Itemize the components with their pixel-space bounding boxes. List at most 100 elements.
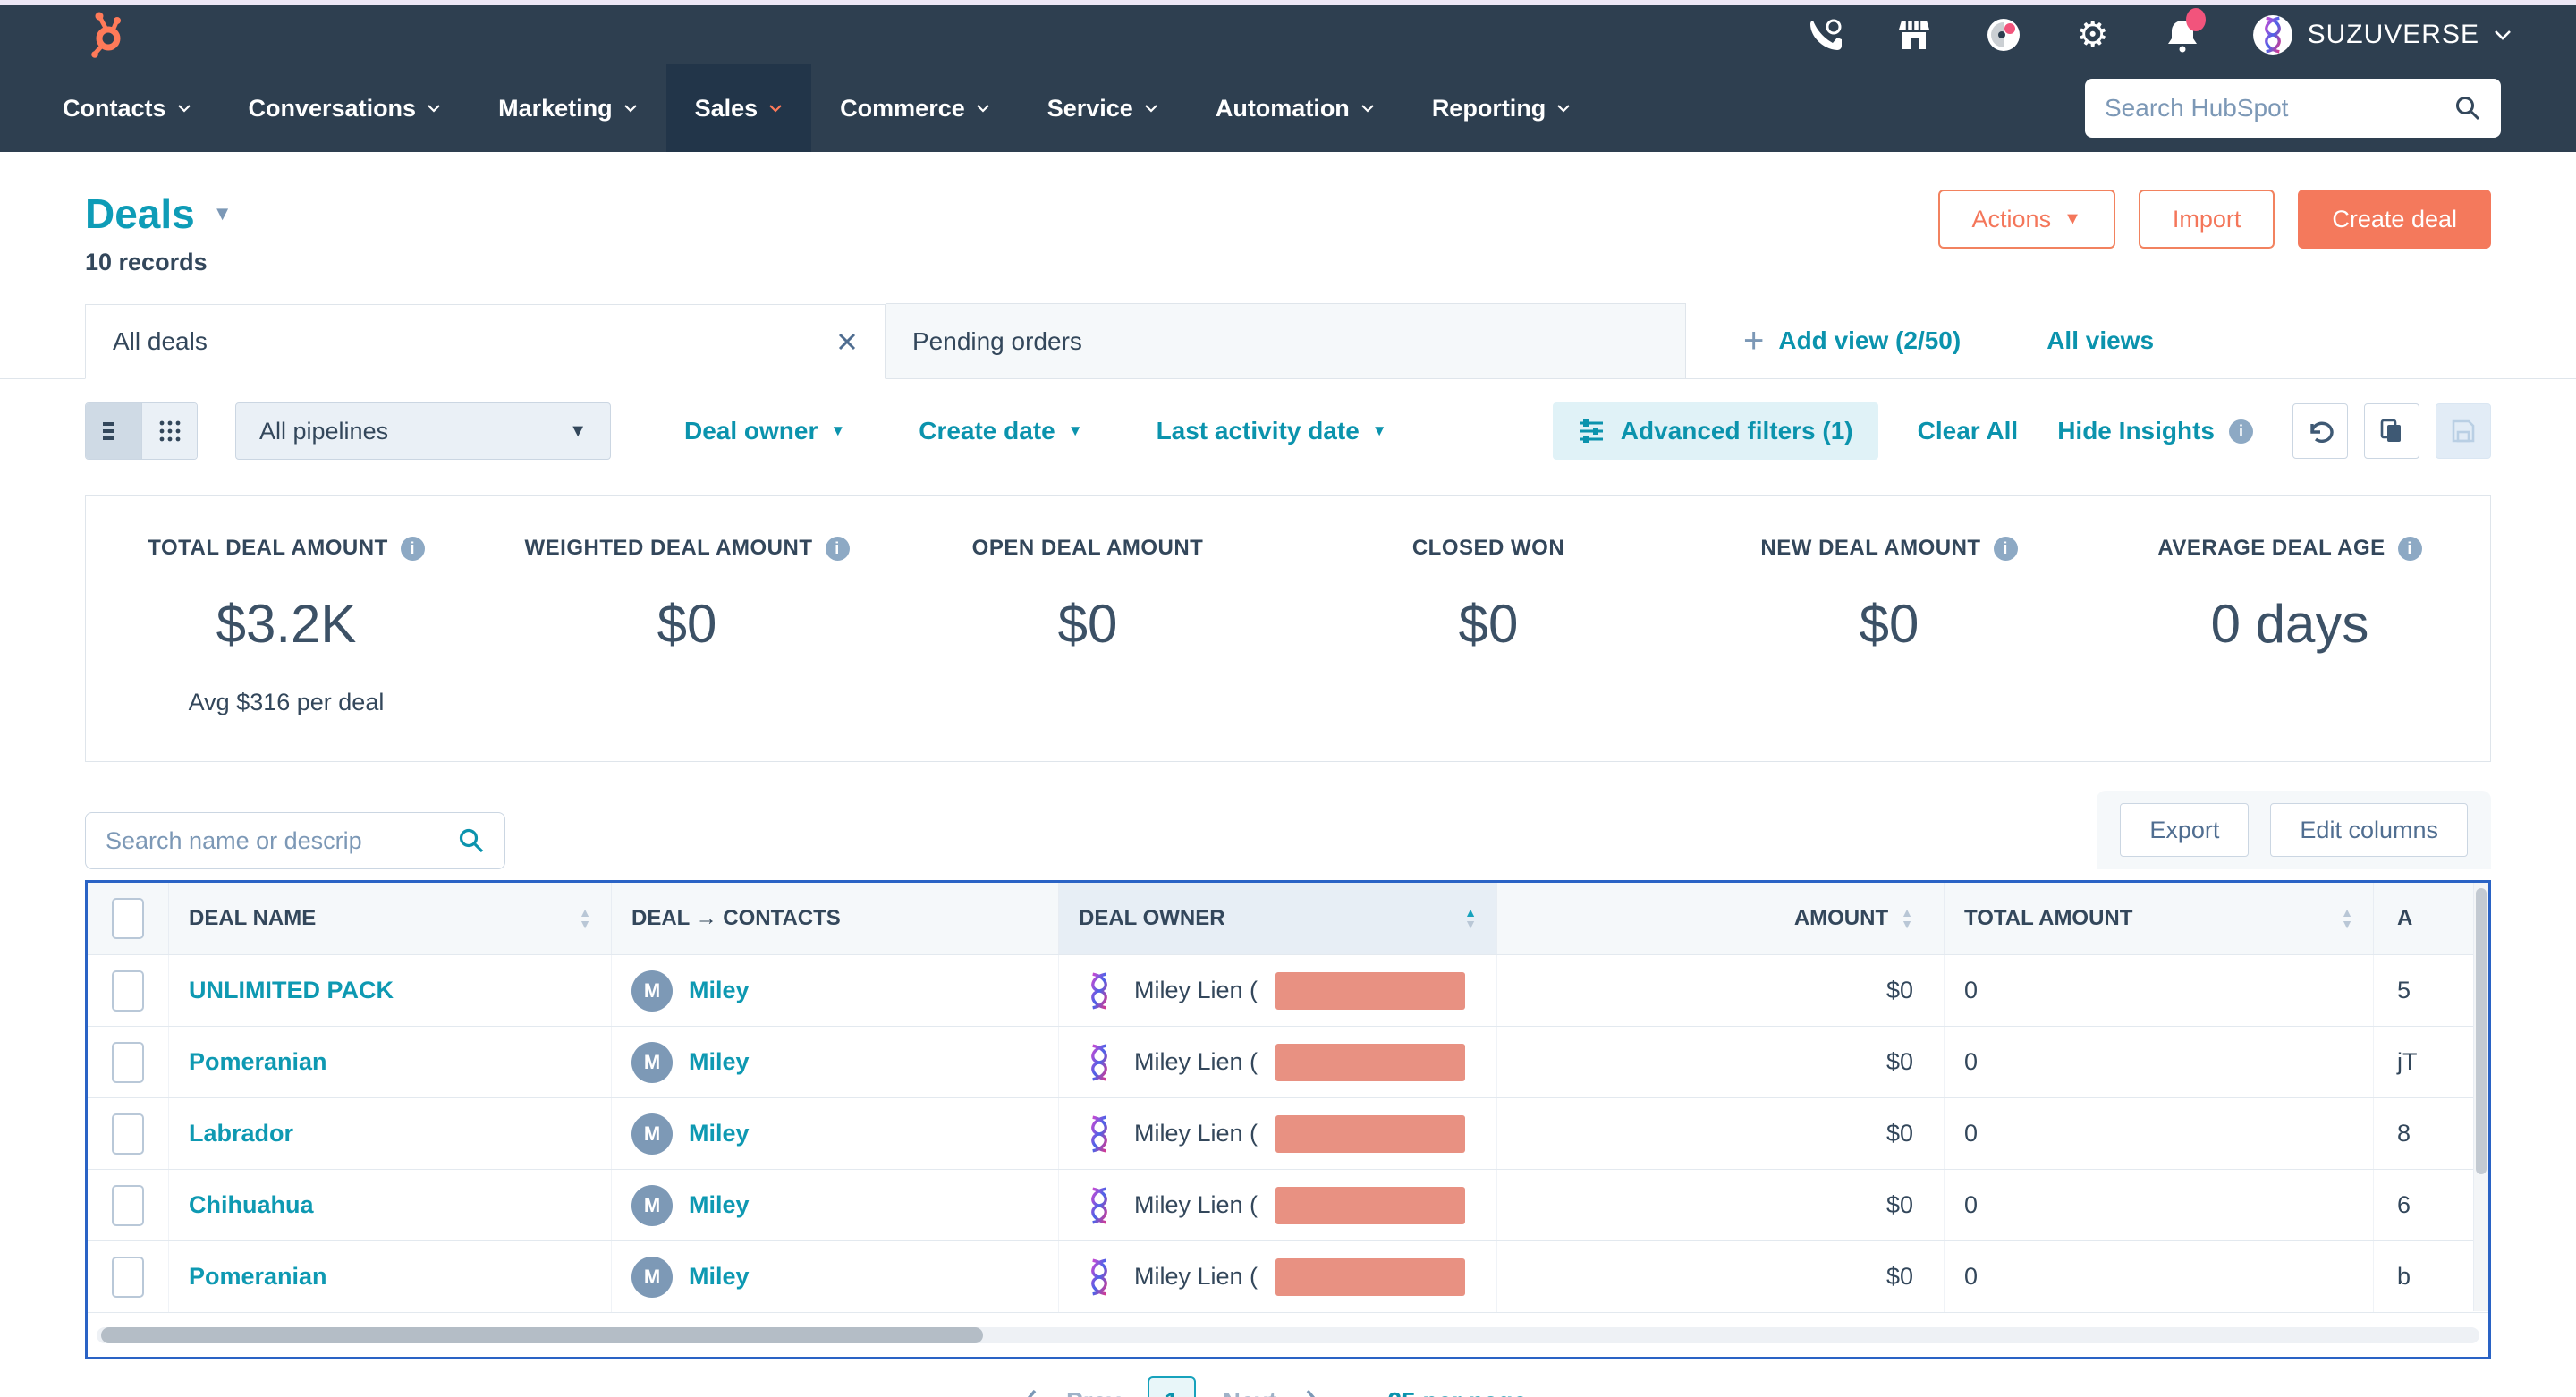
- row-checkbox[interactable]: [112, 1042, 144, 1083]
- column-header-deal-contacts[interactable]: DEAL → CONTACTS: [611, 883, 1058, 954]
- contact-link[interactable]: Miley: [689, 977, 750, 1004]
- tab-pending-orders[interactable]: Pending orders: [886, 303, 1686, 378]
- all-views-link[interactable]: All views: [2046, 303, 2154, 378]
- insight-weighted-deal-amount: WEIGHTED DEAL AMOUNT i $0: [487, 536, 887, 716]
- pipeline-select[interactable]: All pipelines ▼: [235, 402, 611, 460]
- vertical-scrollbar-thumb[interactable]: [2476, 888, 2487, 1174]
- insight-value: $0: [1288, 593, 1689, 655]
- nav-item-reporting[interactable]: Reporting: [1403, 64, 1600, 152]
- insight-new-deal-amount: NEW DEAL AMOUNT i $0: [1689, 536, 2089, 716]
- table-search-input[interactable]: [106, 827, 458, 855]
- insight-value: 0 days: [2089, 593, 2490, 655]
- vertical-scrollbar[interactable]: [2473, 883, 2488, 1311]
- nav-item-commerce[interactable]: Commerce: [811, 64, 1019, 152]
- info-icon[interactable]: i: [2398, 537, 2422, 561]
- create-date-filter[interactable]: Create date ▼: [919, 417, 1082, 445]
- global-search-input[interactable]: [2105, 94, 2454, 123]
- undo-button[interactable]: [2292, 403, 2348, 459]
- add-view-button[interactable]: + Add view (2/50): [1743, 303, 1961, 378]
- nav-item-contacts[interactable]: Contacts: [34, 64, 220, 152]
- filter-bar: All pipelines ▼ Deal owner ▼ Create date…: [85, 402, 2491, 460]
- column-header-amount[interactable]: AMOUNT ▲▼: [1496, 883, 1944, 954]
- deal-name-link[interactable]: UNLIMITED PACK: [189, 977, 394, 1004]
- deal-name-link[interactable]: Pomeranian: [189, 1263, 327, 1291]
- nav-item-sales[interactable]: Sales: [666, 64, 812, 152]
- call-phone-icon[interactable]: [1805, 15, 1844, 55]
- clear-all-button[interactable]: Clear All: [1918, 417, 2019, 445]
- deal-name-link[interactable]: Chihuahua: [189, 1191, 314, 1219]
- deal-name-link[interactable]: Labrador: [189, 1120, 293, 1147]
- nav-item-conversations[interactable]: Conversations: [220, 64, 470, 152]
- import-button[interactable]: Import: [2139, 190, 2275, 249]
- board-view-toggle[interactable]: [141, 403, 197, 459]
- clipped-cell: 5: [2373, 955, 2488, 1026]
- search-icon[interactable]: [2454, 95, 2481, 122]
- save-view-button[interactable]: [2436, 403, 2491, 459]
- row-checkbox[interactable]: [112, 1185, 144, 1226]
- export-button[interactable]: Export: [2120, 803, 2249, 857]
- account-menu[interactable]: SUZUVERSE: [2252, 14, 2512, 55]
- info-icon[interactable]: i: [401, 537, 425, 561]
- column-header-deal-owner[interactable]: DEAL OWNER ▲▼: [1058, 883, 1496, 954]
- last-activity-date-filter[interactable]: Last activity date ▼: [1157, 417, 1387, 445]
- marketplace-icon[interactable]: [1894, 15, 1934, 55]
- select-all-checkbox[interactable]: [112, 898, 144, 939]
- deal-owner-filter[interactable]: Deal owner ▼: [684, 417, 845, 445]
- actions-button[interactable]: Actions ▼: [1938, 190, 2115, 249]
- nav-item-marketing[interactable]: Marketing: [470, 64, 666, 152]
- horizontal-scrollbar[interactable]: [97, 1327, 2479, 1343]
- nav-item-service[interactable]: Service: [1019, 64, 1187, 152]
- table-footer: [88, 1312, 2488, 1357]
- account-avatar: [2252, 14, 2293, 55]
- column-header-total-amount[interactable]: TOTAL AMOUNT ▲▼: [1944, 883, 2373, 954]
- contact-link[interactable]: Miley: [689, 1263, 750, 1291]
- copilot-icon[interactable]: [1984, 15, 2023, 55]
- chevron-left-icon[interactable]: [1021, 1387, 1039, 1397]
- amount-cell: $0: [1496, 1241, 1944, 1312]
- sort-arrows-active[interactable]: ▲▼: [1464, 907, 1477, 930]
- per-page-select[interactable]: 25 per page ▼: [1387, 1387, 1554, 1397]
- settings-gear-icon[interactable]: ⚙: [2073, 15, 2113, 55]
- create-deal-button[interactable]: Create deal: [2298, 190, 2491, 249]
- amount-cell: $0: [1496, 955, 1944, 1026]
- info-icon[interactable]: i: [1994, 537, 2018, 561]
- sort-arrows[interactable]: ▲▼: [2341, 907, 2353, 930]
- close-icon[interactable]: [836, 331, 858, 352]
- owner-org-logo: [1079, 1113, 1120, 1155]
- contact-link[interactable]: Miley: [689, 1191, 750, 1219]
- table-row: Chihuahua M Miley Miley Lien ( $0 0 6: [88, 1169, 2488, 1240]
- notifications-bell-icon[interactable]: [2163, 15, 2202, 55]
- horizontal-scrollbar-thumb[interactable]: [101, 1327, 983, 1343]
- row-checkbox[interactable]: [112, 1113, 144, 1155]
- deal-name-link[interactable]: Pomeranian: [189, 1048, 327, 1076]
- column-header-deal-name[interactable]: DEAL NAME ▲▼: [168, 883, 611, 954]
- search-icon[interactable]: [458, 827, 485, 854]
- hubspot-sprocket-logo[interactable]: [85, 12, 128, 58]
- next-page-button[interactable]: Next: [1223, 1387, 1277, 1397]
- advanced-filters-button[interactable]: Advanced filters (1): [1553, 402, 1878, 460]
- deals-table: DEAL NAME ▲▼ DEAL → CONTACTS DEAL OWNER …: [85, 880, 2491, 1359]
- chevron-right-icon[interactable]: [1303, 1387, 1321, 1397]
- sort-arrows[interactable]: ▲▼: [579, 907, 591, 930]
- row-checkbox[interactable]: [112, 970, 144, 1012]
- list-view-toggle[interactable]: [86, 403, 141, 459]
- object-type-switcher[interactable]: Deals ▼: [85, 190, 233, 238]
- sort-arrows[interactable]: ▲▼: [1901, 907, 1913, 930]
- page-header: Deals ▼ 10 records Actions ▼ Import Crea…: [85, 190, 2491, 276]
- contact-link[interactable]: Miley: [689, 1120, 750, 1147]
- tab-all-deals[interactable]: All deals: [85, 304, 886, 379]
- prev-page-button[interactable]: Prev: [1066, 1387, 1121, 1397]
- nav-item-automation[interactable]: Automation: [1187, 64, 1403, 152]
- table-toolbar-actions: Export Edit columns: [2097, 791, 2491, 869]
- info-icon[interactable]: i: [2229, 419, 2253, 444]
- select-all-cell: [88, 883, 168, 954]
- row-checkbox[interactable]: [112, 1257, 144, 1298]
- contact-link[interactable]: Miley: [689, 1048, 750, 1076]
- current-page-button[interactable]: 1: [1148, 1376, 1196, 1397]
- insight-value: $0: [887, 593, 1288, 655]
- column-header-clipped[interactable]: A: [2373, 883, 2488, 954]
- edit-columns-button[interactable]: Edit columns: [2270, 803, 2468, 857]
- copy-view-button[interactable]: [2364, 403, 2419, 459]
- hide-insights-button[interactable]: Hide Insights i: [2057, 417, 2253, 445]
- info-icon[interactable]: i: [826, 537, 850, 561]
